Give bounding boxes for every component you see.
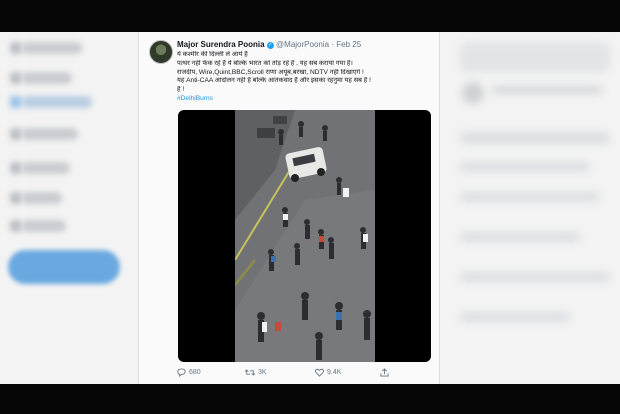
trend-item[interactable]: [460, 232, 580, 242]
search-box[interactable]: [460, 42, 610, 72]
hashtag-link[interactable]: #DelhiBurns: [177, 95, 432, 104]
reply-icon: [177, 368, 186, 377]
trend-item[interactable]: [460, 132, 610, 144]
nav-icon[interactable]: [10, 42, 22, 54]
nav-icon[interactable]: [10, 72, 22, 84]
letterbox-top: [0, 0, 620, 32]
nav-item[interactable]: [22, 192, 62, 204]
suggested-avatar[interactable]: [462, 82, 484, 104]
twitter-screen: Major Surendra Poonia ✓ @MajorPoonia · F…: [0, 32, 620, 384]
video-frame: [233, 110, 375, 362]
trend-item[interactable]: [460, 162, 590, 172]
retweet-icon: [245, 369, 255, 376]
right-sidebar: [440, 32, 620, 384]
tweet-text: ये कश्मीर की दिल्ली ले आये हैं पत्थर नही…: [177, 51, 432, 104]
nav-icon[interactable]: [10, 128, 22, 140]
retweet-action[interactable]: 3K: [245, 368, 267, 377]
tweet-line: राजदीप, Wire,Quint,BBC,Scroll राणा अयूब,…: [177, 68, 364, 76]
nav-item[interactable]: [22, 220, 66, 232]
like-action[interactable]: 9.4K: [315, 368, 341, 377]
trend-item[interactable]: [460, 312, 570, 322]
nav-icon[interactable]: [10, 162, 22, 174]
tweet-actions: 680 3K 9.4K: [177, 366, 432, 380]
tweet-line: यह Anti-CAA आंदोलन नहीं है बल्कि आतंकवाद…: [177, 77, 371, 85]
nav-item[interactable]: [22, 96, 92, 108]
nav-icon[interactable]: [10, 192, 22, 204]
retweet-count: 3K: [258, 369, 267, 376]
tweet-header: Major Surendra Poonia ✓ @MajorPoonia · F…: [177, 40, 432, 49]
nav-item[interactable]: [22, 42, 82, 54]
separator: ·: [331, 40, 334, 49]
tweet-line: ये कश्मीर की दिल्ली ले आये हैं: [177, 51, 248, 58]
nav-icon[interactable]: [10, 220, 22, 232]
like-count: 9.4K: [327, 369, 342, 376]
share-icon: [380, 368, 389, 377]
author-name[interactable]: Major Surendra Poonia: [177, 40, 265, 49]
tweet-date[interactable]: Feb 25: [336, 40, 361, 49]
street-scene-image: [233, 110, 375, 362]
nav-item[interactable]: [22, 162, 70, 174]
nav-icon[interactable]: [10, 96, 22, 108]
nav-item[interactable]: [22, 128, 78, 140]
suggested-text: [492, 86, 602, 94]
tweet-video[interactable]: [178, 110, 431, 362]
reply-action[interactable]: 680: [177, 368, 201, 377]
author-handle[interactable]: @MajorPoonia: [276, 40, 329, 49]
tweet-compose-button[interactable]: [8, 250, 120, 284]
letterbox-bottom: [0, 384, 620, 414]
left-navigation: [0, 32, 135, 384]
trend-item[interactable]: [460, 272, 610, 282]
tweet-line: है !: [177, 86, 185, 94]
avatar[interactable]: [149, 40, 173, 64]
tweet-line: पत्थर नहीं फेंक रहे हैं ये बल्कि भारत को…: [177, 59, 353, 67]
trend-item[interactable]: [460, 192, 600, 202]
tweet-card[interactable]: Major Surendra Poonia ✓ @MajorPoonia · F…: [138, 32, 440, 384]
nav-item[interactable]: [22, 72, 72, 84]
share-action[interactable]: [380, 368, 389, 377]
verified-icon: ✓: [266, 42, 274, 49]
like-icon: [315, 368, 324, 377]
reply-count: 680: [189, 369, 201, 376]
